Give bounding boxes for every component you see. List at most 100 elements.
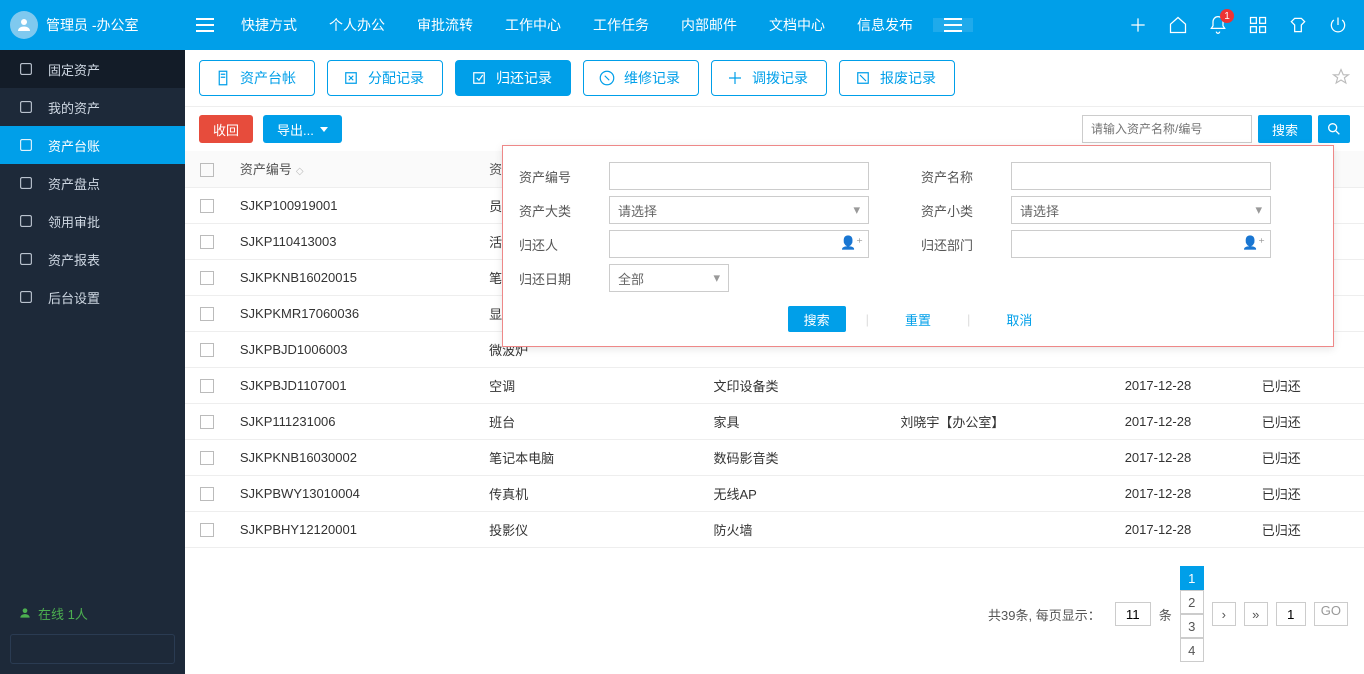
row-checkbox[interactable] [185, 223, 230, 259]
sidebar-search[interactable] [10, 634, 175, 664]
select-return-date[interactable]: 全部▾ [609, 264, 729, 292]
nav-more-button[interactable] [933, 18, 973, 32]
person-picker-icon[interactable]: 👤⁺ [840, 235, 863, 251]
record-tab-1[interactable]: 分配记录 [327, 60, 443, 96]
table-row[interactable]: SJKPBHY12120001投影仪防火墙2017-12-28已归还 [185, 511, 1364, 547]
search-input[interactable] [1082, 115, 1252, 143]
table-row[interactable]: SJKPBWY13010004传真机无线AP2017-12-28已归还 [185, 475, 1364, 511]
row-checkbox[interactable] [185, 295, 230, 331]
pagination-info: 共39条, 每页显示： [988, 605, 1101, 624]
page-unit: 条 [1159, 605, 1172, 624]
add-icon[interactable] [1124, 11, 1152, 39]
sidebar-item-5[interactable]: 资产报表 [0, 240, 185, 278]
cell-code: SJKPBJD1006003 [230, 331, 479, 367]
input-return-dept[interactable] [1011, 230, 1271, 258]
row-checkbox[interactable] [185, 367, 230, 403]
page-button-1[interactable]: 1 [1180, 566, 1204, 590]
cell-code: SJKPKNB16020015 [230, 259, 479, 295]
input-return-person[interactable] [609, 230, 869, 258]
row-checkbox[interactable] [185, 403, 230, 439]
popup-reset-button[interactable]: 重置 [889, 306, 947, 332]
dept-picker-icon[interactable]: 👤⁺ [1242, 235, 1265, 251]
user-area[interactable]: 管理员 -办公室 [0, 11, 185, 39]
header-checkbox[interactable] [185, 151, 230, 187]
nav-item-0[interactable]: 快捷方式 [225, 0, 313, 50]
main-content: 资产台帐分配记录归还记录维修记录调拨记录报废记录 收回 导出... 搜索 [185, 50, 1364, 674]
power-icon[interactable] [1324, 11, 1352, 39]
row-checkbox[interactable] [185, 259, 230, 295]
select-asset-minor[interactable]: 请选择▾ [1011, 196, 1271, 224]
advanced-search-button[interactable] [1318, 115, 1350, 143]
sidebar-search-input[interactable] [19, 642, 174, 656]
cell-status: 已归还 [1252, 403, 1364, 439]
cell-code: SJKP111231006 [230, 403, 479, 439]
page-button-4[interactable]: 4 [1180, 638, 1204, 662]
header-code[interactable]: 资产编号◇ [230, 151, 479, 187]
row-checkbox[interactable] [185, 475, 230, 511]
sidebar-item-0[interactable]: 固定资产 [0, 50, 185, 88]
cell-status: 已归还 [1252, 475, 1364, 511]
page-go-button[interactable]: GO [1314, 602, 1348, 626]
sidebar: 固定资产我的资产资产台账资产盘点领用审批资产报表后台设置在线 1人 [0, 50, 185, 674]
page-go-input[interactable] [1276, 602, 1306, 626]
label-asset-code: 资产编号 [519, 167, 609, 186]
export-button[interactable]: 导出... [263, 115, 342, 143]
sidebar-toggle[interactable] [185, 0, 225, 50]
nav-item-2[interactable]: 审批流转 [401, 0, 489, 50]
next-page-button[interactable]: › [1212, 602, 1236, 626]
theme-icon[interactable] [1284, 11, 1312, 39]
nav-item-6[interactable]: 文档中心 [753, 0, 841, 50]
row-checkbox[interactable] [185, 511, 230, 547]
advanced-search-popup: 资产编号 资产名称 资产大类 请选择▾ 资产小类 请选择▾ 归还人 👤⁺ 归还部… [502, 145, 1334, 347]
recall-button[interactable]: 收回 [199, 115, 253, 143]
label-asset-major: 资产大类 [519, 201, 609, 220]
favorite-star-icon[interactable] [1332, 68, 1350, 89]
record-tab-0[interactable]: 资产台帐 [199, 60, 315, 96]
bell-icon[interactable]: 1 [1204, 11, 1232, 39]
recall-label: 收回 [213, 120, 239, 139]
record-tab-4[interactable]: 调拨记录 [711, 60, 827, 96]
nav-item-1[interactable]: 个人办公 [313, 0, 401, 50]
pagination: 共39条, 每页显示： 条 1234 › » GO [185, 553, 1364, 674]
page-button-2[interactable]: 2 [1180, 590, 1204, 614]
popup-cancel-button[interactable]: 取消 [990, 306, 1048, 332]
sidebar-item-4[interactable]: 领用审批 [0, 202, 185, 240]
record-tab-5[interactable]: 报废记录 [839, 60, 955, 96]
table-row[interactable]: SJKPBJD1107001空调文印设备类2017-12-28已归还 [185, 367, 1364, 403]
row-checkbox[interactable] [185, 187, 230, 223]
table-row[interactable]: SJKPKNB16030002笔记本电脑数码影音类2017-12-28已归还 [185, 439, 1364, 475]
nav-item-5[interactable]: 内部邮件 [665, 0, 753, 50]
label-asset-name: 资产名称 [921, 167, 1011, 186]
row-checkbox[interactable] [185, 439, 230, 475]
search-button-label: 搜索 [1272, 120, 1298, 139]
record-tab-3[interactable]: 维修记录 [583, 60, 699, 96]
cell-category: 无线AP [703, 475, 890, 511]
hamburger-icon [944, 18, 962, 32]
nav-item-4[interactable]: 工作任务 [577, 0, 665, 50]
record-tab-2[interactable]: 归还记录 [455, 60, 571, 96]
sidebar-item-1[interactable]: 我的资产 [0, 88, 185, 126]
row-checkbox[interactable] [185, 331, 230, 367]
sidebar-item-2[interactable]: 资产台账 [0, 126, 185, 164]
page-size-input[interactable] [1115, 602, 1151, 626]
table-row[interactable]: SJKP111231006班台家具刘晓宇【办公室】2017-12-28已归还 [185, 403, 1364, 439]
cell-code: SJKPKNB16030002 [230, 439, 479, 475]
cell-date: 2017-12-28 [1115, 403, 1252, 439]
nav-item-3[interactable]: 工作中心 [489, 0, 577, 50]
last-page-button[interactable]: » [1244, 602, 1268, 626]
search-button[interactable]: 搜索 [1258, 115, 1312, 143]
sidebar-item-3[interactable]: 资产盘点 [0, 164, 185, 202]
cell-code: SJKP110413003 [230, 223, 479, 259]
page-button-3[interactable]: 3 [1180, 614, 1204, 638]
cell-person [890, 367, 1114, 403]
input-asset-name[interactable] [1011, 162, 1271, 190]
sort-icon: ◇ [296, 166, 304, 177]
nav-item-7[interactable]: 信息发布 [841, 0, 929, 50]
popup-search-button[interactable]: 搜索 [788, 306, 846, 332]
apps-icon[interactable] [1244, 11, 1272, 39]
input-asset-code[interactable] [609, 162, 869, 190]
home-icon[interactable] [1164, 11, 1192, 39]
record-tabs: 资产台帐分配记录归还记录维修记录调拨记录报废记录 [185, 50, 1364, 107]
sidebar-item-6[interactable]: 后台设置 [0, 278, 185, 316]
select-asset-major[interactable]: 请选择▾ [609, 196, 869, 224]
